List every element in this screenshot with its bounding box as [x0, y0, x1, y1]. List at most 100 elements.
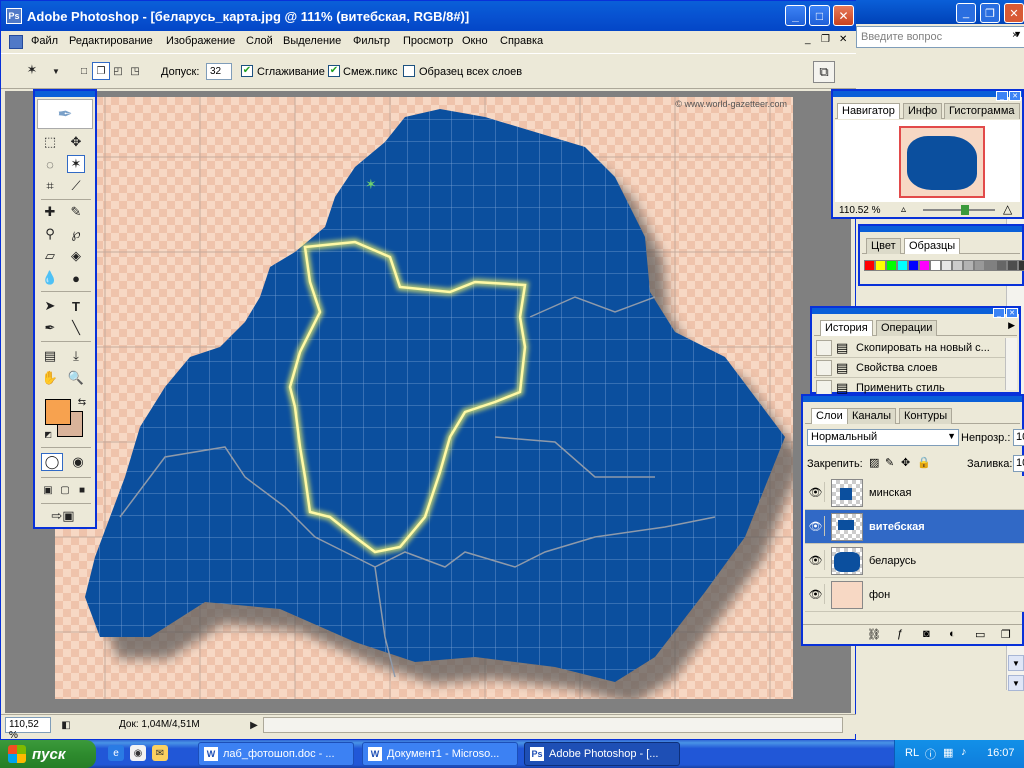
color-swatch[interactable]: [875, 260, 886, 271]
line-tool-icon[interactable]: ╲: [67, 319, 85, 337]
tab-channels[interactable]: Каналы: [847, 408, 897, 424]
screen-mode-full-menu-icon[interactable]: ▢: [56, 481, 74, 499]
default-colors-icon[interactable]: ◩: [39, 425, 57, 443]
color-swatch[interactable]: [974, 260, 985, 271]
lock-transparency-icon[interactable]: ▨: [869, 456, 879, 469]
history-snapshot-box[interactable]: [816, 360, 832, 376]
jump-to-imageready-icon[interactable]: ⇨▣: [41, 507, 85, 525]
tab-color[interactable]: Цвет: [866, 238, 901, 254]
panel-header[interactable]: [833, 91, 1022, 97]
blend-mode-select[interactable]: Нормальный ▼: [807, 429, 959, 446]
fill-input[interactable]: 10: [1013, 455, 1024, 472]
panel-header[interactable]: [812, 308, 1019, 314]
doc-close-icon[interactable]: ✕: [839, 34, 847, 45]
status-menu-icon[interactable]: ◧: [57, 716, 75, 734]
notes-tool-icon[interactable]: ▤: [41, 347, 59, 365]
close-button[interactable]: ✕: [833, 5, 854, 26]
color-swatch[interactable]: [897, 260, 908, 271]
panel-close-icon[interactable]: ✕: [1006, 308, 1018, 318]
start-button[interactable]: пуск: [0, 740, 96, 768]
tab-actions[interactable]: Операции: [876, 320, 938, 336]
sample-all-checkbox[interactable]: [403, 65, 415, 77]
taskbar-button-photoshop[interactable]: Ps Adobe Photoshop - [...: [524, 742, 680, 766]
document-canvas[interactable]: ✶ © www.world-gazetteer.com: [55, 97, 793, 699]
navigator-preview[interactable]: [835, 120, 1020, 202]
ie-icon[interactable]: e: [108, 745, 124, 761]
healing-brush-icon[interactable]: ✚: [41, 203, 59, 221]
history-brush-icon[interactable]: ℘: [67, 225, 85, 243]
chevron-down-icon[interactable]: ▼: [947, 431, 956, 441]
panel-header[interactable]: [860, 226, 1022, 232]
magic-wand-tool-icon[interactable]: ✶: [67, 155, 85, 173]
menu-file[interactable]: Файл: [31, 35, 58, 47]
menu-view[interactable]: Просмотр: [403, 35, 453, 47]
dodge-tool-icon[interactable]: ●: [67, 269, 85, 287]
type-tool-icon[interactable]: T: [67, 297, 85, 315]
maximize-button[interactable]: □: [809, 5, 830, 26]
doc-restore-icon[interactable]: ❐: [821, 34, 830, 45]
network-icon[interactable]: ▦: [943, 746, 953, 759]
zoom-tool-icon[interactable]: 🔍: [67, 369, 85, 387]
pen-tool-icon[interactable]: ✒: [41, 319, 59, 337]
scroll-down-icon[interactable]: ▼: [1008, 655, 1024, 671]
menu-edit[interactable]: Редактирование: [69, 35, 153, 47]
slice-tool-icon[interactable]: ⟋: [67, 177, 85, 195]
tab-layers[interactable]: Слои: [811, 408, 848, 424]
outlook-icon[interactable]: ✉: [152, 745, 168, 761]
eraser-tool-icon[interactable]: ▱: [41, 247, 59, 265]
zoom-slider[interactable]: [923, 205, 995, 215]
taskbar-button-word-doc[interactable]: W Документ1 - Microso...: [362, 742, 518, 766]
eye-icon[interactable]: 👁: [807, 584, 825, 604]
help-search-input[interactable]: Введите вопрос ▼: [856, 26, 1024, 48]
lock-move-icon[interactable]: ✥: [901, 456, 910, 469]
tab-navigator[interactable]: Навигатор: [837, 103, 900, 119]
menu-filter[interactable]: Фильтр: [353, 35, 390, 47]
zoom-input[interactable]: 110,52 %: [5, 717, 51, 741]
menu-select[interactable]: Выделение: [283, 35, 341, 47]
quick-mask-icon[interactable]: ◉: [67, 453, 89, 471]
title-bar[interactable]: Ps Adobe Photoshop - [беларусь_карта.jpg…: [1, 1, 856, 31]
volume-icon[interactable]: ♪: [961, 746, 967, 758]
minimize-button[interactable]: _: [785, 5, 806, 26]
scroll-down-icon[interactable]: ▼: [1008, 675, 1024, 691]
link-layers-icon[interactable]: ⛓: [867, 628, 881, 641]
adjustment-layer-icon[interactable]: ◐: [949, 628, 956, 640]
tab-swatches[interactable]: Образцы: [904, 238, 961, 254]
document-icon[interactable]: [9, 35, 23, 49]
close-icon[interactable]: ×: [1012, 30, 1018, 41]
eye-icon[interactable]: 👁: [807, 482, 825, 502]
panel-minimize-icon[interactable]: _: [993, 308, 1005, 318]
color-swatch[interactable]: [985, 260, 996, 271]
opacity-input[interactable]: 10: [1013, 429, 1024, 446]
minimize-button[interactable]: _: [956, 3, 976, 23]
navigator-view-box[interactable]: [899, 126, 985, 198]
swap-colors-icon[interactable]: ⇆: [73, 393, 91, 411]
chevron-down-icon[interactable]: ▼: [47, 62, 65, 80]
layer-row[interactable]: 👁 беларусь: [805, 544, 1024, 578]
lock-paint-icon[interactable]: ✎: [885, 456, 894, 469]
panel-menu-icon[interactable]: ▶: [1008, 320, 1015, 331]
palette-well-icon[interactable]: ⧉: [813, 61, 835, 83]
tolerance-input[interactable]: 32: [206, 63, 232, 80]
history-snapshot-box[interactable]: [816, 340, 832, 356]
color-swatch[interactable]: [919, 260, 930, 271]
doc-minimize-icon[interactable]: _: [805, 34, 811, 45]
layer-row[interactable]: 👁 фон: [805, 578, 1024, 612]
standard-mode-icon[interactable]: ◯: [41, 453, 63, 471]
layer-style-icon[interactable]: ƒ: [897, 628, 903, 640]
hand-tool-icon[interactable]: ✋: [41, 369, 59, 387]
history-item[interactable]: ▤ Свойства слоев: [814, 358, 1016, 378]
color-swatch[interactable]: [996, 260, 1007, 271]
path-selection-icon[interactable]: ➤: [41, 297, 59, 315]
new-group-icon[interactable]: ▭: [975, 628, 985, 641]
color-swatch[interactable]: [1018, 260, 1024, 271]
close-button[interactable]: ✕: [1004, 3, 1024, 23]
taskbar-button-word-lab[interactable]: W лаб_фотошоп.doc - ...: [198, 742, 354, 766]
language-indicator[interactable]: RL: [905, 747, 919, 759]
panel-minimize-icon[interactable]: _: [996, 91, 1008, 101]
add-selection-icon[interactable]: ❐: [92, 62, 110, 80]
menu-layer[interactable]: Слой: [246, 35, 273, 47]
tab-info[interactable]: Инфо: [903, 103, 943, 119]
paint-bucket-icon[interactable]: ◈: [67, 247, 85, 265]
zoom-out-icon[interactable]: ▵: [901, 204, 906, 215]
